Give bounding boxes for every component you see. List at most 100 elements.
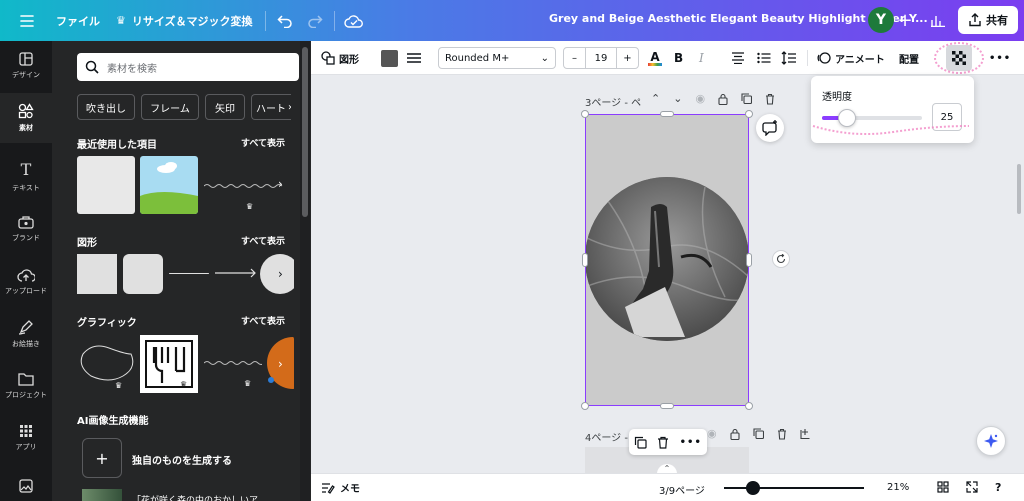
fullscreen-icon[interactable] <box>966 481 978 496</box>
shape-line[interactable] <box>169 273 209 274</box>
line-spacing-icon[interactable] <box>781 48 797 68</box>
hamburger-menu-icon[interactable] <box>12 6 42 36</box>
italic-button[interactable]: I <box>699 48 704 68</box>
trash-icon[interactable] <box>657 436 669 449</box>
search-input[interactable]: 素材を検索 <box>77 53 299 81</box>
cloud-save-icon[interactable] <box>339 6 369 36</box>
graphics-see-all-link[interactable]: すべて表示 <box>241 314 285 327</box>
magic-assistant-button[interactable] <box>976 426 1006 456</box>
ai-generate-label[interactable]: 独自のものを生成する <box>132 452 232 467</box>
resize-handle-right[interactable] <box>746 253 752 267</box>
more-icon[interactable]: ••• <box>680 437 702 448</box>
font-size-decrease-button[interactable]: – <box>564 48 586 68</box>
duplicate-icon[interactable] <box>741 93 753 104</box>
rail-item-photos[interactable] <box>0 471 52 501</box>
graphic-fork-logo[interactable]: ♛ <box>140 335 198 393</box>
chip-speech-bubble[interactable]: 吹き出し <box>77 94 135 120</box>
add-collaborator-icon[interactable]: + <box>895 7 915 33</box>
chip-arrow[interactable]: 矢印 <box>205 94 245 120</box>
chevron-down-icon[interactable]: ⌄ <box>673 92 682 105</box>
add-comment-button[interactable] <box>756 114 784 142</box>
ai-preview-text[interactable]: 「花が咲く森の中のおかしいア <box>132 493 258 501</box>
undo-icon[interactable] <box>270 6 300 36</box>
rail-item-text[interactable]: T テキスト <box>0 151 52 201</box>
chevron-up-icon[interactable]: ⌃ <box>651 92 660 105</box>
fill-color-swatch[interactable] <box>381 50 398 67</box>
share-button[interactable]: 共有 <box>958 6 1018 34</box>
rail-item-elements[interactable]: 素材 <box>0 93 52 143</box>
rail-item-draw[interactable]: お絵描き <box>0 309 52 359</box>
resize-handle-tl[interactable] <box>581 110 589 118</box>
shapes-see-all-link[interactable]: すべて表示 <box>241 234 285 247</box>
page3-label[interactable]: 3ページ - ペ <box>585 94 641 109</box>
notes-button[interactable]: メモ <box>321 480 360 495</box>
add-page-icon[interactable] <box>800 428 811 439</box>
graphic-wavy-line[interactable]: ♛ <box>203 336 265 391</box>
border-style-icon[interactable] <box>406 48 422 68</box>
grid-view-icon[interactable] <box>937 481 949 496</box>
chip-frame[interactable]: フレーム <box>141 94 199 120</box>
shapes-next-icon[interactable]: › <box>278 267 283 281</box>
page4-label[interactable]: 4ページ - <box>585 429 628 444</box>
rail-item-design[interactable]: デザイン <box>0 41 52 91</box>
zoom-value[interactable]: 21% <box>887 482 909 493</box>
resize-handle-bl[interactable] <box>581 402 589 410</box>
trash-icon[interactable] <box>777 428 787 440</box>
insights-chart-icon[interactable] <box>926 8 950 32</box>
font-size-stepper[interactable]: – 19 + <box>563 47 639 69</box>
lock-icon[interactable] <box>718 93 728 105</box>
text-color-button[interactable]: A <box>647 48 663 68</box>
canvas-scrollbar[interactable] <box>1017 164 1021 214</box>
rail-item-upload[interactable]: アップロード <box>0 257 52 307</box>
chip-heart[interactable]: ハート› <box>251 94 291 120</box>
eye-icon[interactable]: ◉ <box>695 92 705 105</box>
resize-handle-tr[interactable] <box>745 110 753 118</box>
zoom-slider[interactable] <box>724 481 864 495</box>
align-center-icon[interactable] <box>731 48 745 68</box>
trash-icon[interactable] <box>765 93 775 105</box>
recent-square-thumb[interactable] <box>77 156 135 214</box>
bold-button[interactable]: B <box>674 48 683 68</box>
file-menu-button[interactable]: ファイル <box>48 6 108 36</box>
shape-rounded-square[interactable] <box>123 254 163 294</box>
font-family-select[interactable]: Rounded M+ ⌄ <box>438 47 556 69</box>
rotate-icon[interactable] <box>772 250 790 268</box>
resize-handle-top[interactable] <box>660 111 674 117</box>
resize-handle-left[interactable] <box>582 253 588 267</box>
ai-preview-thumb[interactable] <box>82 489 122 501</box>
list-icon[interactable] <box>757 48 771 68</box>
shape-arrow-line[interactable] <box>215 267 259 279</box>
graphics-next-icon[interactable]: › <box>278 357 283 371</box>
avatar[interactable]: Y <box>868 7 894 33</box>
redo-icon[interactable] <box>300 6 330 36</box>
lock-icon[interactable] <box>730 428 740 440</box>
scroll-thumb[interactable] <box>302 47 308 217</box>
recent-next-icon[interactable]: › <box>278 177 283 191</box>
zoom-slider-thumb[interactable] <box>746 481 761 495</box>
page-indicator[interactable]: 3/9ページ <box>659 482 705 497</box>
rail-item-apps[interactable]: アプリ <box>0 413 52 463</box>
rail-item-projects[interactable]: プロジェクト <box>0 361 52 411</box>
eye-icon[interactable]: ◉ <box>707 427 717 440</box>
shape-button[interactable]: 図形 <box>321 48 359 68</box>
recent-landscape-thumb[interactable] <box>140 156 198 214</box>
rail-item-brand[interactable]: ブランド <box>0 204 52 254</box>
panel-scrollbar[interactable] <box>300 41 310 501</box>
duplicate-icon[interactable] <box>634 436 647 449</box>
ai-generate-button[interactable]: + <box>82 438 122 478</box>
resize-handle-bottom[interactable] <box>660 403 674 409</box>
shape-square[interactable] <box>77 254 117 294</box>
font-size-increase-button[interactable]: + <box>616 48 638 68</box>
shape-circle[interactable] <box>260 254 294 294</box>
arrange-button[interactable]: 配置 <box>899 48 925 68</box>
help-icon[interactable]: ? <box>995 481 1001 494</box>
resize-magic-button[interactable]: ♛ リサイズ＆マジック変換 <box>108 6 261 36</box>
duplicate-icon[interactable] <box>753 428 764 439</box>
resize-handle-br[interactable] <box>745 402 753 410</box>
more-options-button[interactable]: ••• <box>989 48 1011 68</box>
rail-label: アップロード <box>5 287 47 295</box>
recent-see-all-link[interactable]: すべて表示 <box>241 136 285 149</box>
graphic-blob-outline[interactable]: ♛ <box>77 336 135 391</box>
animate-button[interactable]: アニメート <box>817 48 885 68</box>
font-size-value[interactable]: 19 <box>586 48 616 68</box>
